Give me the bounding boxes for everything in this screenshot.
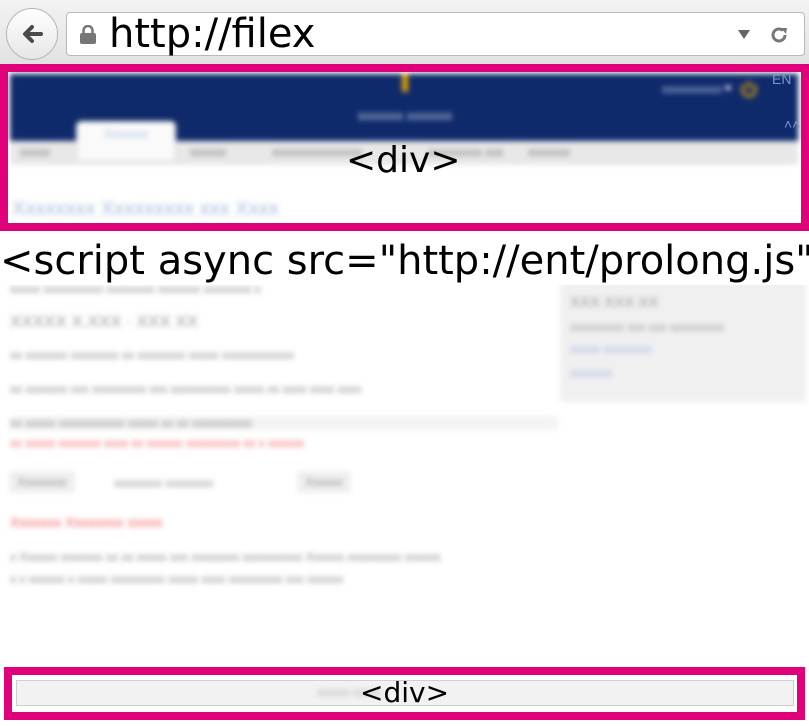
list-item: x Xxxxxx xxxxxxx xx xx xxxxx xxx xxxxxxx…: [10, 550, 441, 564]
content-line: xx xxxxxxx xxx xxxxxxxxx xxx xxxxxxxxxx …: [10, 382, 362, 396]
button-caption: xxxxxxxx xxxxxxxx: [114, 476, 214, 490]
reload-icon[interactable]: [768, 24, 790, 46]
script-tag-label: <script async src="http://ent/prolong.js…: [0, 237, 809, 285]
content-line: xx xxxxxxx xxxxxxxx xx xxxxxxxx xxxxx xx…: [10, 348, 295, 362]
content-subtitle: XXXXX X.XXX · XXX XX: [10, 312, 199, 331]
back-button[interactable]: [6, 8, 58, 60]
lock-icon: [80, 25, 96, 44]
header-tag-label: <div>: [346, 140, 461, 181]
address-bar[interactable]: http://filex: [66, 12, 805, 56]
sidebar-text: xxxxxxxxx xxx xxx xxxxxxxxx: [570, 320, 725, 334]
sidebar-link[interactable]: xxxxx xxxxxxxx: [570, 342, 651, 356]
section-heading: Xxxxxxx Xxxxxxxx xxxxx: [10, 514, 163, 530]
url-text[interactable]: http://filex: [109, 13, 315, 55]
footer-tag-label: <div>: [360, 676, 450, 709]
sidebar-link[interactable]: xxxxxxx: [570, 366, 612, 380]
list-item: x x xxxxxx x xxxxx xxxxxxxxx xxxxx xxxx …: [10, 572, 344, 586]
dropdown-triangle-icon[interactable]: [736, 26, 752, 42]
secondary-button[interactable]: Xxxxxxxx: [10, 472, 75, 492]
content-line: xx xxxxx xxxxxxxxxxx xxxxx xx xx xxxxxxx…: [10, 416, 558, 430]
back-arrow-icon: [23, 25, 43, 43]
sidebar-title: XXX XXX XX: [570, 294, 659, 311]
error-note: xx xxxxx xxxxxxx xxxx xx xxxxxx xxxxxxxx…: [10, 436, 305, 450]
primary-button[interactable]: Xxxxxx: [298, 472, 351, 492]
browser-toolbar: http://filex: [0, 0, 809, 65]
